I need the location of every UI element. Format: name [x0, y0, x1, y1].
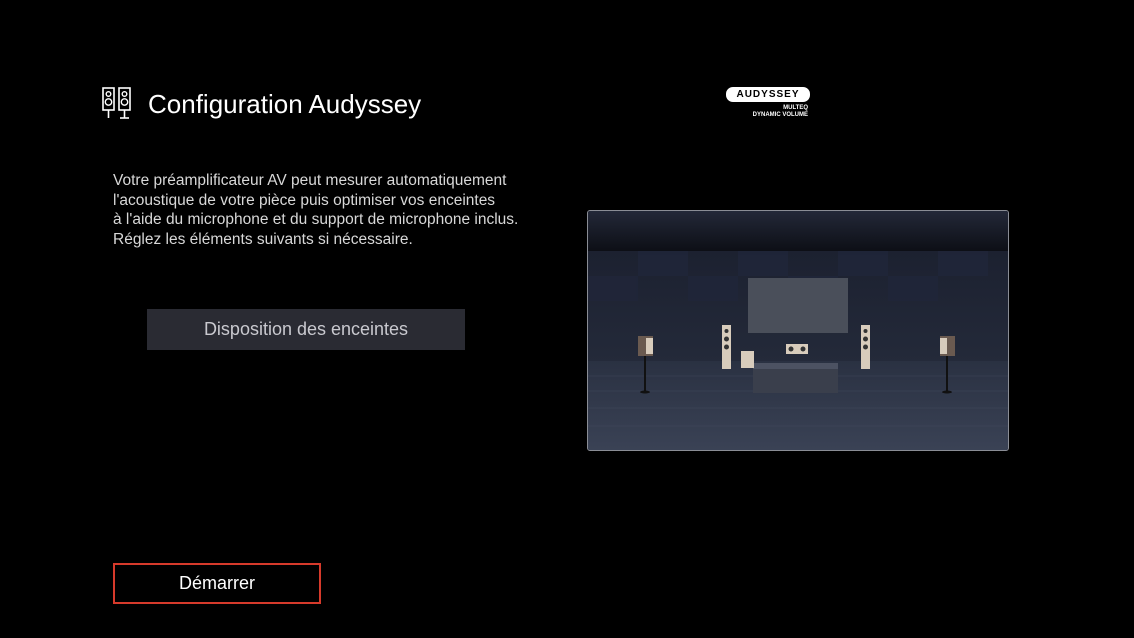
speaker-icon [102, 87, 131, 119]
audyssey-setup-screen: Configuration Audyssey AUDYSSEY MULTEQ D… [0, 0, 1134, 638]
description-line: Votre préamplificateur AV peut mesurer a… [113, 172, 507, 189]
logo-line1: MULTEQ [783, 105, 808, 111]
description-line: à l'aide du microphone et du support de … [113, 211, 519, 228]
logo-line2: DYNAMIC VOLUME [752, 112, 808, 118]
description-line: l'acoustique de votre pièce puis optimis… [113, 191, 496, 209]
description-line: Réglez les éléments suivants si nécessai… [113, 230, 413, 248]
description-text: Votre préamplificateur AV peut mesurer a… [113, 171, 573, 249]
speaker-layout-button[interactable]: Disposition des enceintes [147, 309, 465, 350]
start-button[interactable]: Démarrer [113, 563, 321, 604]
page-title: Configuration Audyssey [148, 89, 422, 119]
logo-brand: AUDYSSEY [726, 87, 810, 102]
room-illustration [587, 210, 1009, 451]
audyssey-logo: AUDYSSEY MULTEQ DYNAMIC VOLUME [726, 87, 810, 119]
